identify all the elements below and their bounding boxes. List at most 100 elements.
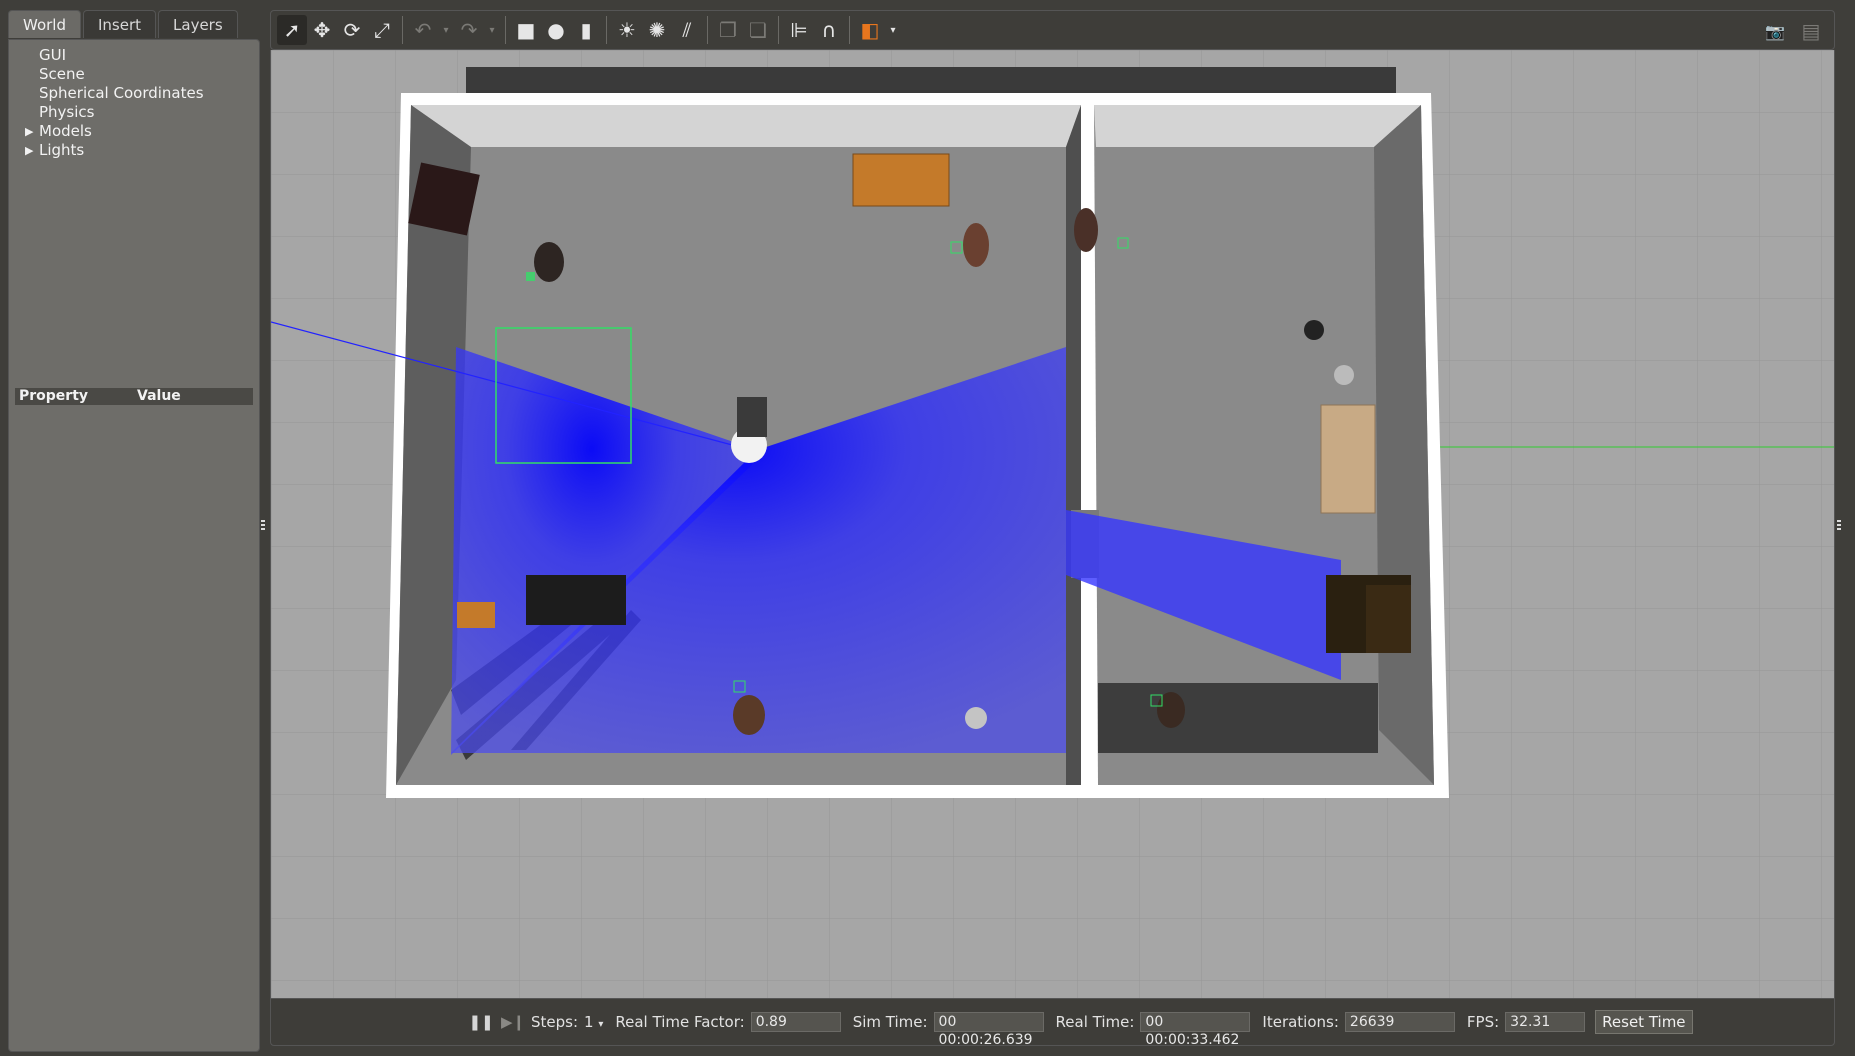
robot-shadow	[737, 397, 767, 437]
gazebo-window: World Insert Layers GUI Scene Spherical …	[0, 0, 1855, 1056]
chevron-down-icon: ▾	[598, 1019, 604, 1030]
sofa-model	[1320, 404, 1376, 514]
select-mode-icon: ➚	[283, 18, 301, 42]
tab-layers[interactable]: Layers	[158, 10, 238, 38]
translate-mode-button[interactable]: ✥	[307, 15, 337, 45]
undo-history-dropdown[interactable]: ▾	[438, 15, 454, 45]
step-button[interactable]: ▶❙	[501, 1010, 525, 1034]
toolbar-separator	[606, 16, 607, 44]
select-mode-button[interactable]: ➚	[277, 15, 307, 45]
tree-item-gui[interactable]: GUI	[9, 46, 259, 65]
right-room-top-wall	[1094, 105, 1421, 147]
left-panel-resize-handle[interactable]	[261, 520, 265, 536]
toolbar-right-group: 📷 ▤	[1760, 16, 1826, 46]
tree-item-lights[interactable]: ▶ Lights	[9, 141, 259, 160]
insert-cylinder-button[interactable]: ▮	[571, 15, 601, 45]
insert-point-light-button[interactable]: ☀	[612, 15, 642, 45]
property-column-header: Property	[19, 388, 89, 404]
box-icon: ■	[516, 18, 536, 42]
translate-mode-icon: ✥	[313, 18, 331, 42]
step-icon: ▶❙	[500, 1013, 526, 1031]
view-angle-icon: ◧	[860, 18, 880, 42]
right-panel-resize-handle[interactable]	[1837, 520, 1841, 536]
real-time-field: 00 00:00:33.462	[1140, 1012, 1251, 1048]
copy-icon: ❐	[719, 18, 737, 42]
left-panel: World Insert Layers GUI Scene Spherical …	[8, 8, 260, 1052]
directional-light-icon: ⫽	[682, 18, 692, 42]
sphere-icon: ●	[547, 18, 565, 42]
spot-light-icon: ✺	[648, 18, 666, 42]
iterations-field: 26639	[1344, 1012, 1455, 1032]
copy-button[interactable]: ❐	[713, 15, 743, 45]
redo-icon: ↷	[460, 18, 478, 42]
tree-item-label: Models	[39, 122, 92, 140]
chevron-down-icon: ▾	[890, 24, 896, 36]
fps-label: FPS:	[1466, 1013, 1500, 1031]
main-toolbar: ➚ ✥ ⟳ ⤢ ↶ ▾ ↷ ▾ ■ ● ▮ ☀ ✺ ⫽ ❐ ❏ ⊫ ∩ ◧ ▾ …	[270, 10, 1835, 50]
lamp-model-3	[965, 707, 987, 729]
tab-insert[interactable]: Insert	[83, 10, 157, 38]
toolbar-separator	[505, 16, 506, 44]
snap-button[interactable]: ∩	[814, 15, 844, 45]
chevron-down-icon: ▾	[489, 24, 495, 36]
insert-box-button[interactable]: ■	[511, 15, 541, 45]
undo-icon: ↶	[414, 18, 432, 42]
tree-item-models[interactable]: ▶ Models	[9, 122, 259, 141]
property-table-header: Property Value	[15, 388, 253, 405]
bench-model	[852, 153, 950, 207]
real-time-factor-field: 0.89	[750, 1012, 841, 1032]
scale-mode-icon: ⤢	[374, 18, 390, 42]
steps-label: Steps:	[531, 1013, 579, 1031]
value-column-header: Value	[137, 388, 181, 404]
align-button[interactable]: ⊫	[784, 15, 814, 45]
tree-item-label: Scene	[39, 65, 85, 83]
left-room-top-wall	[411, 105, 1081, 147]
paste-icon: ❏	[749, 18, 767, 42]
fps-field: 32.31	[1505, 1012, 1586, 1032]
tree-item-spherical-coordinates[interactable]: Spherical Coordinates	[9, 84, 259, 103]
sim-time-label: Sim Time:	[852, 1013, 928, 1031]
reset-time-button[interactable]: Reset Time	[1595, 1010, 1693, 1034]
view-angle-dropdown[interactable]: ▾	[885, 15, 901, 45]
iterations-label: Iterations:	[1262, 1013, 1339, 1031]
pause-button[interactable]: ❚❚	[468, 1010, 493, 1034]
undo-button[interactable]: ↶	[408, 15, 438, 45]
tree-item-label: GUI	[39, 46, 67, 64]
redo-history-dropdown[interactable]: ▾	[484, 15, 500, 45]
rotate-mode-icon: ⟳	[343, 18, 361, 42]
point-light-icon: ☀	[618, 18, 636, 42]
expand-arrow-icon[interactable]: ▶	[25, 141, 33, 160]
table-model	[526, 575, 626, 625]
redo-button[interactable]: ↷	[454, 15, 484, 45]
tree-item-physics[interactable]: Physics	[9, 103, 259, 122]
log-button[interactable]: ▤	[1796, 16, 1826, 46]
insert-spot-light-button[interactable]: ✺	[642, 15, 672, 45]
panel-tabs: World Insert Layers	[8, 10, 238, 40]
log-icon: ▤	[1801, 19, 1821, 43]
lamp-model-2	[1334, 365, 1354, 385]
steps-spinbox[interactable]: 1 ▾	[584, 1013, 603, 1031]
screenshot-button[interactable]: 📷	[1760, 16, 1790, 46]
rotate-mode-button[interactable]: ⟳	[337, 15, 367, 45]
insert-directional-light-button[interactable]: ⫽	[672, 15, 702, 45]
screenshot-icon: 📷	[1765, 21, 1785, 41]
snap-icon: ∩	[821, 18, 837, 42]
panel-splitter-handle[interactable]	[129, 377, 139, 392]
lamp-model-1	[1304, 320, 1324, 340]
tree-item-label: Spherical Coordinates	[39, 84, 204, 102]
tree-item-label: Lights	[39, 141, 85, 159]
insert-sphere-button[interactable]: ●	[541, 15, 571, 45]
expand-arrow-icon[interactable]: ▶	[25, 122, 33, 141]
3d-viewport[interactable]	[270, 50, 1835, 998]
tab-world[interactable]: World	[8, 10, 81, 38]
align-icon: ⊫	[790, 18, 808, 42]
right-room-bottom-wall	[1098, 683, 1378, 753]
view-angle-button[interactable]: ◧	[855, 15, 885, 45]
cabinet-front	[1366, 585, 1411, 653]
toolbar-separator	[707, 16, 708, 44]
steps-value: 1	[584, 1013, 594, 1031]
sim-time-field: 00 00:00:26.639	[933, 1012, 1044, 1048]
paste-button[interactable]: ❏	[743, 15, 773, 45]
tree-item-scene[interactable]: Scene	[9, 65, 259, 84]
scale-mode-button[interactable]: ⤢	[367, 15, 397, 45]
